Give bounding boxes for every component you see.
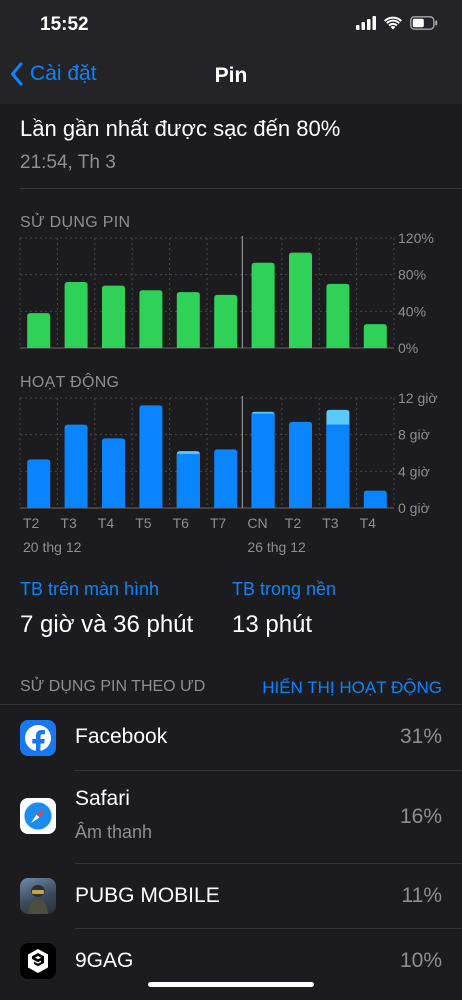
activity-bar-screen[interactable] [363,490,387,508]
last-charge-time: 21:54, Th 3 [20,152,116,173]
app-row-pubg-mobile[interactable]: PUBG MOBILE 11% [0,864,462,928]
home-indicator[interactable] [148,982,314,987]
navigation-bar: Cài đặt Pin [0,50,462,104]
day-label: T4 [360,515,377,531]
activity-bar-screen[interactable] [326,424,350,508]
battery-bar[interactable] [326,283,350,348]
battery-by-app-label: SỬ DỤNG PIN THEO ƯD [20,678,206,695]
y-tick-label: 40% [398,303,426,319]
app-percent: 10% [399,949,442,972]
activity-bar-screen[interactable] [176,453,200,508]
y-tick-label: 8 giờ [398,427,430,443]
day-label: CN [247,515,267,531]
facebook-icon [20,720,56,756]
week-label: 20 thg 12 [23,539,82,555]
y-tick-label: 0% [398,340,418,356]
day-label: T3 [322,515,339,531]
day-label: T3 [60,515,77,531]
day-label: T6 [173,515,190,531]
activity-bar-screen[interactable] [139,405,163,508]
battery-bar[interactable] [176,292,200,348]
status-time: 15:52 [40,14,89,35]
background-time-label: TB trong nền [232,579,337,599]
battery-bar[interactable] [102,285,125,348]
signal-icon [356,16,376,30]
background-time-value: 13 phút [232,611,313,638]
activity-chart[interactable]: 12 giờ 8 giờ 4 giờ 0 giờ T2 T3 T4 T5 T6 T7 CN T2 T3… [0,390,462,560]
app-name: Safari [75,787,130,810]
day-label: T2 [23,515,40,531]
safari-icon [20,798,56,834]
week-label: 26 thg 12 [247,539,306,555]
app-percent: 11% [401,884,442,907]
activity-bar-screen[interactable] [214,449,238,508]
status-icons [356,16,438,30]
battery-bar[interactable] [289,252,312,348]
day-label: T4 [98,515,115,531]
activity-bar-screen[interactable] [289,421,312,508]
app-name: 9GAG [75,949,134,972]
pubg-icon [20,878,56,914]
y-tick-label: 80% [398,267,426,283]
app-percent: 31% [399,725,442,748]
app-row-safari[interactable]: Safari Âm thanh 16% [0,771,462,863]
last-charge-text: Lần gần nhất được sạc đến 80% [20,116,341,141]
page-title: Pin [214,64,248,87]
battery-bar[interactable] [139,290,163,348]
day-label: T2 [285,515,302,531]
app-percent: 16% [399,805,442,828]
wifi-icon [384,16,402,30]
y-tick-label: 4 giờ [398,463,430,479]
day-label: T5 [135,515,152,531]
status-bar: 15:52 [0,0,462,50]
app-row-facebook[interactable]: Facebook 31% [0,705,462,770]
activity-bar-screen[interactable] [27,459,51,508]
app-name: PUBG MOBILE [75,884,220,907]
battery-bar[interactable] [363,324,387,348]
show-activity-button[interactable]: HIỂN THỊ HOẠT ĐỘNG [262,678,442,698]
battery-bar[interactable] [27,313,51,348]
activity-bar-screen[interactable] [64,424,88,508]
y-tick-label: 120% [398,230,434,246]
activity-bar-screen[interactable] [102,438,125,508]
battery-usage-chart[interactable]: 120% 80% 40% 0% [0,230,462,360]
screen-time-label: TB trên màn hình [20,579,160,599]
app-name: Facebook [75,725,168,748]
battery-icon [410,16,438,30]
screen-time-value: 7 giờ và 36 phút [20,611,194,638]
9gag-icon [20,943,56,979]
y-tick-label: 12 giờ [398,390,438,406]
activity-bar-screen[interactable] [251,413,275,508]
y-tick-label: 0 giờ [398,500,430,516]
battery-bar[interactable] [64,282,88,348]
day-label: T7 [210,515,227,531]
battery-bar[interactable] [214,294,238,348]
app-subtitle: Âm thanh [75,822,153,842]
divider [20,188,462,189]
battery-bar[interactable] [251,262,275,348]
